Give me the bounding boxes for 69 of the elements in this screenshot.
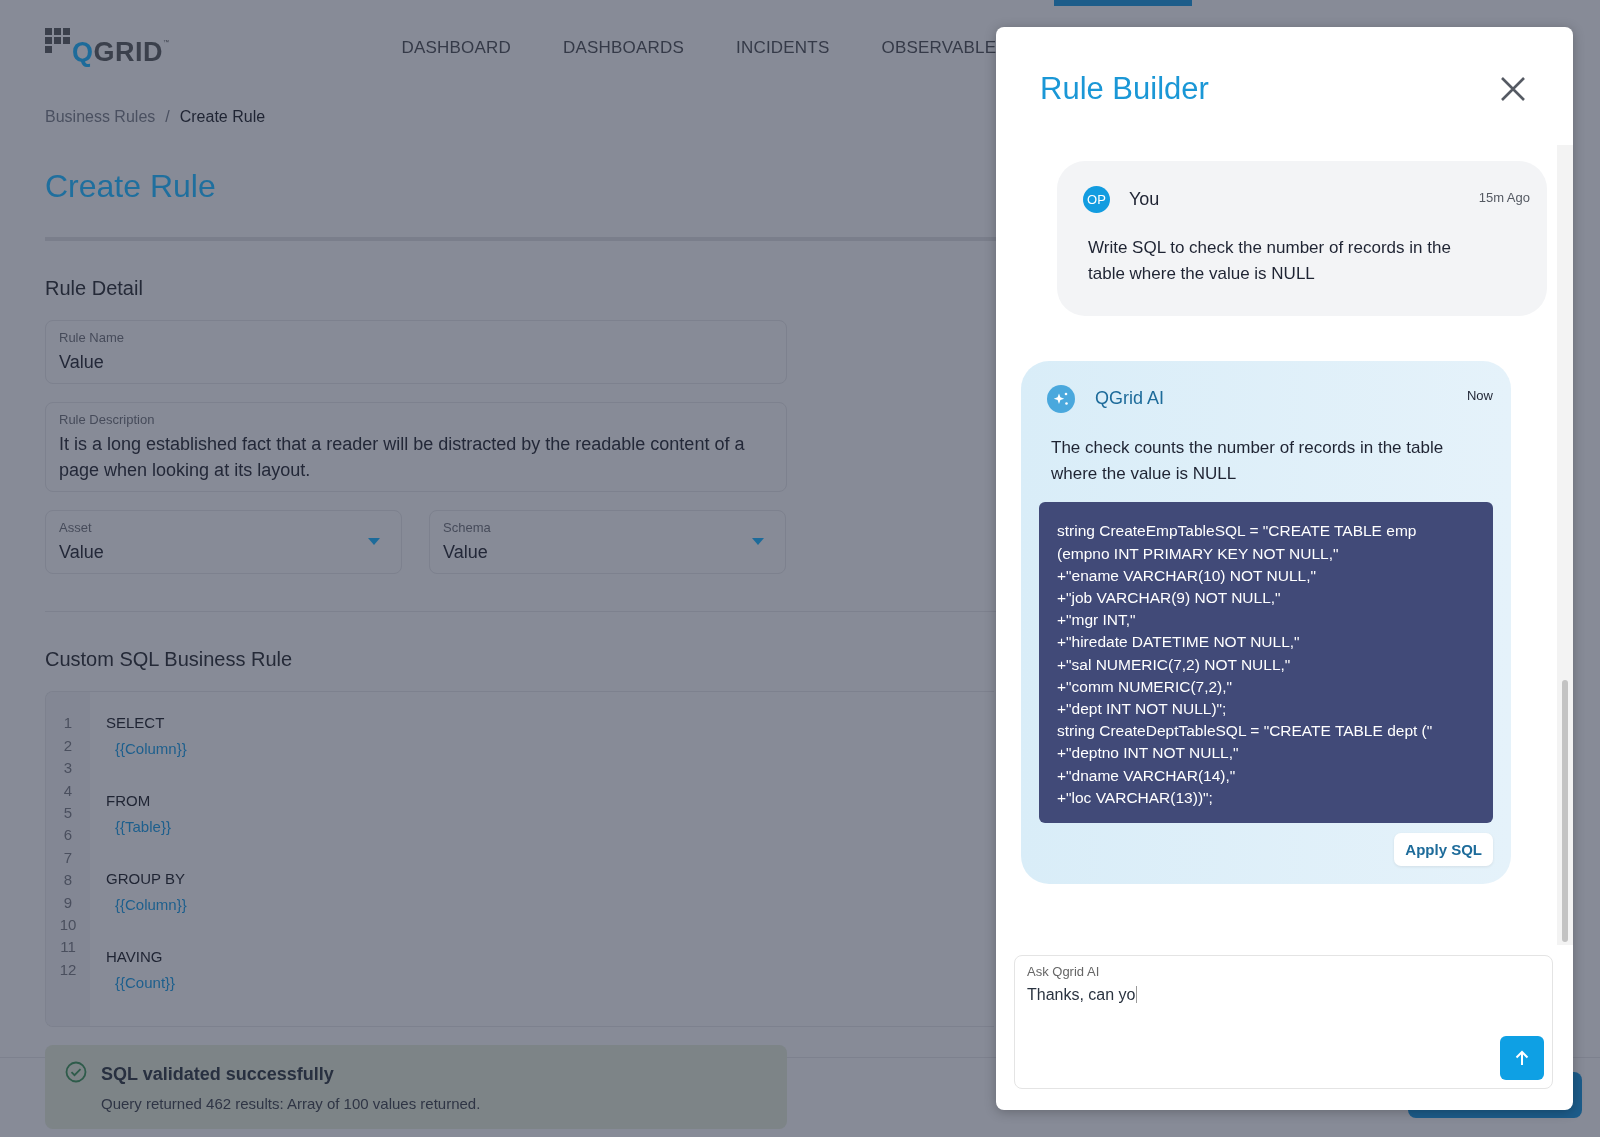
code-line: FROM	[106, 791, 152, 812]
line-number: 8	[63, 870, 73, 891]
code-line: +"ename VARCHAR(10) NOT NULL,"	[1057, 565, 1317, 586]
dropdown-field[interactable]: Asset Value	[45, 510, 402, 575]
code-line: GROUP BY	[106, 869, 186, 890]
message-text: The check counts the number of records in the table where the value is NULL	[1051, 436, 1445, 486]
apply-sql-button[interactable]: Apply SQL	[1394, 833, 1493, 866]
sparkle-icon	[1047, 384, 1075, 413]
line-number: 1	[63, 713, 73, 734]
code-placeholder: {{Column}}	[114, 739, 187, 760]
breadcrumb-separator: /	[165, 108, 170, 126]
code-line: (empno INT PRIMARY KEY NOT NULL,"	[1057, 543, 1340, 564]
line-number: 7	[63, 847, 73, 868]
arrow-up-icon	[1513, 1049, 1531, 1067]
alert-message: Query returned 462 results: Array of 100 values returned.	[101, 1095, 481, 1113]
description-field[interactable]: Rule Description It is a long established fact that a reader will be distracted by the readable content of a page when looking at its layout.	[45, 402, 787, 493]
nav-link[interactable]: OBSERVABLE	[881, 38, 997, 58]
code-line: +"sal NUMERIC(7,2) NOT NULL,"	[1057, 654, 1292, 675]
message-time: Now	[1467, 388, 1493, 404]
message-text: Write SQL to check the number of records in the table where the value is NULL	[1088, 237, 1452, 286]
code-line: HAVING	[106, 947, 164, 968]
code-placeholder: {{Table}}	[114, 817, 172, 838]
line-number: 3	[63, 758, 73, 779]
page-title: Create Rule	[45, 168, 216, 205]
line-number: 12	[59, 959, 77, 980]
line-number: 11	[60, 937, 76, 958]
code-line: +"comm NUMERIC(7,2),"	[1057, 676, 1234, 697]
sql-editor[interactable]: 1 2 3 4 5 6 7 8 9 10 11 12 SELECT {{Column}} FROM {{Table}} GROUP BY {{Column}} HAVING {{Count}}	[45, 691, 994, 1028]
dropdown-field[interactable]: Schema Value	[429, 510, 786, 575]
line-number: 4	[63, 780, 73, 801]
message-author: QGrid AI	[1095, 388, 1165, 410]
scrollbar-thumb[interactable]	[1562, 680, 1568, 942]
rule-name-field[interactable]: Rule Name Value	[45, 320, 787, 385]
line-number: 10	[59, 915, 77, 936]
section-title: Rule Detail	[45, 277, 143, 300]
send-button[interactable]	[1500, 1036, 1544, 1080]
nav-link[interactable]: DASHBOARD	[401, 38, 511, 58]
line-number: 6	[63, 825, 73, 846]
code-line: string CreateEmpTableSQL = "CREATE TABLE emp	[1057, 521, 1418, 542]
panel-title: Rule Builder	[1040, 71, 1209, 107]
caret-icon	[368, 538, 380, 546]
caret-icon	[752, 538, 764, 546]
nav-link[interactable]: INCIDENTS	[736, 38, 830, 58]
code-line: +"dname VARCHAR(14),"	[1057, 765, 1237, 786]
user-avatar: OP	[1083, 186, 1110, 213]
code-placeholder: {{Column}}	[114, 895, 187, 916]
alert-title: SQL validated successfully	[101, 1064, 335, 1086]
code-line: string CreateDeptTableSQL = "CREATE TABLE dept ("	[1057, 721, 1434, 742]
code-line: +"job VARCHAR(9) NOT NULL,"	[1057, 588, 1282, 608]
section-title: Custom SQL Business Rule	[45, 648, 293, 672]
line-number: 9	[63, 892, 73, 913]
breadcrumb-link[interactable]: Create Rule	[179, 108, 266, 126]
line-number: 2	[63, 735, 73, 756]
code-line: +"deptno INT NOT NULL,"	[1057, 743, 1240, 764]
breadcrumb-link[interactable]: Business Rules	[45, 108, 156, 126]
code-line: +"loc VARCHAR(13))";	[1057, 787, 1214, 808]
message-time: 15m Ago	[1478, 190, 1530, 205]
code-line: +"hiredate DATETIME NOT NULL,"	[1057, 632, 1301, 653]
code-line: +"mgr INT,"	[1057, 610, 1137, 631]
check-circle-icon	[65, 1061, 87, 1084]
qgrid-logo[interactable]: QGRID$^{™}$	[45, 28, 170, 66]
code-line: SELECT	[106, 713, 166, 734]
message-author: You	[1129, 189, 1160, 210]
ask-ai-field[interactable]: Ask Qgrid AI Thanks, can yo	[1014, 955, 1553, 1089]
line-number: 5	[63, 803, 73, 823]
nav-link[interactable]: DASHBOARDS	[563, 38, 685, 58]
code-placeholder: {{Count}}	[114, 973, 177, 994]
close-icon[interactable]	[1500, 76, 1526, 102]
code-line: +"dept INT NOT NULL)";	[1057, 699, 1228, 719]
